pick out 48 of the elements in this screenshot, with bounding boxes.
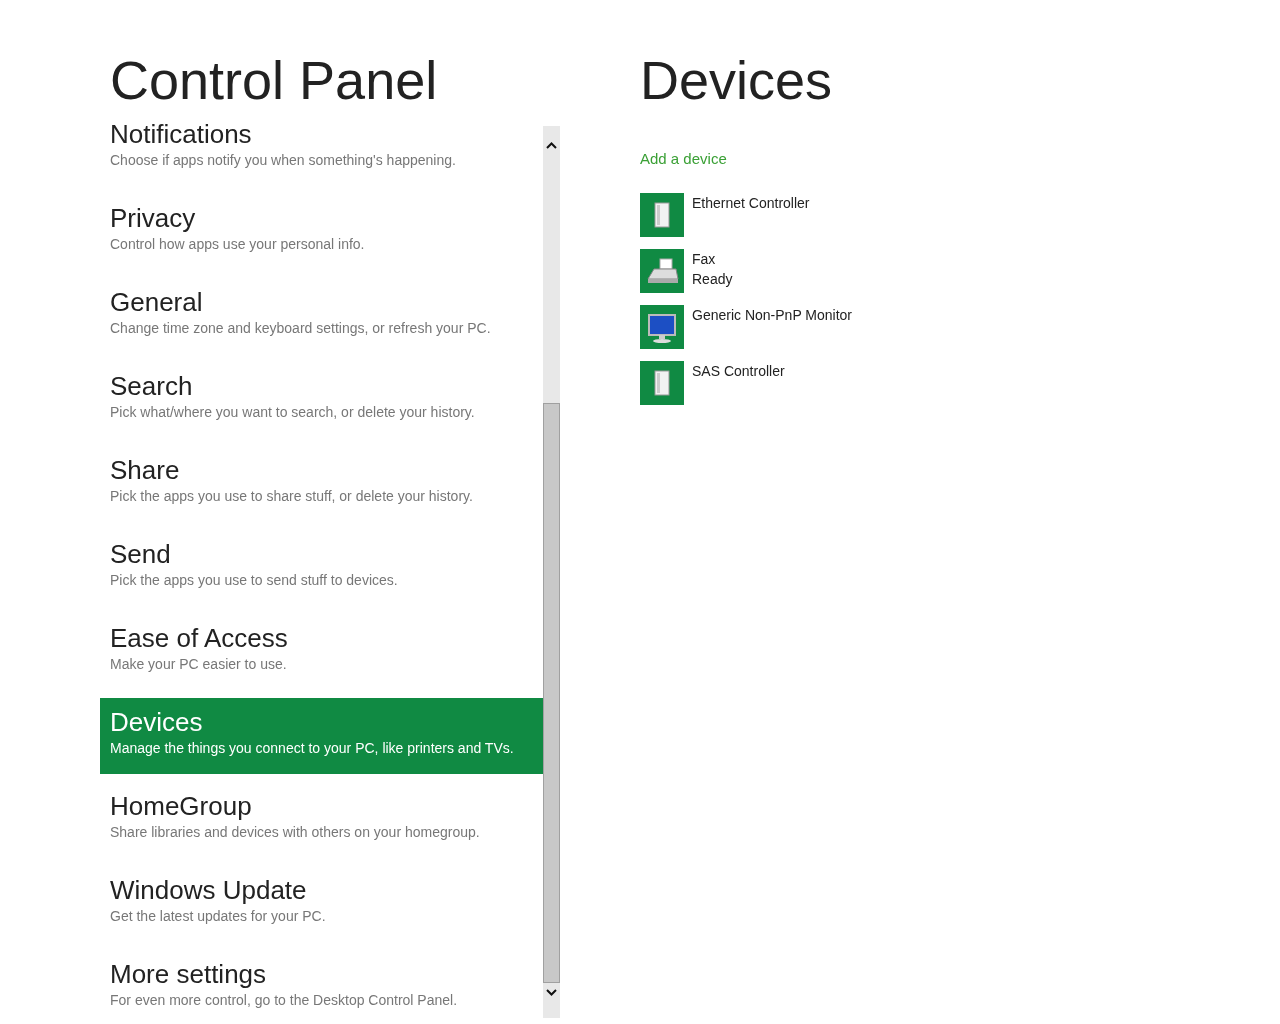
item-title: General: [110, 286, 204, 318]
device-name: Ethernet Controller: [692, 193, 810, 213]
item-title: Ease of Access: [110, 622, 289, 654]
settings-item[interactable]: Send Pick the apps you use to send stuff to devices.: [100, 530, 543, 606]
item-title: Search: [110, 370, 194, 402]
device-tile[interactable]: [640, 192, 684, 237]
device-name: Generic Non-PnP Monitor: [692, 305, 853, 325]
scroll-down-icon[interactable]: [546, 989, 557, 996]
item-description: Pick what/where you want to search, or delete your history.: [110, 403, 476, 422]
item-title: Notifications: [110, 118, 253, 150]
settings-item[interactable]: HomeGroup Share libraries and devices with others on your homegroup.: [100, 782, 543, 858]
device-name: SAS Controller: [692, 361, 785, 381]
item-title: HomeGroup: [110, 790, 253, 822]
settings-item[interactable]: General Change time zone and keyboard settings, or refresh your PC.: [100, 278, 543, 354]
item-description: Pick the apps you use to send stuff to devices.: [110, 571, 399, 590]
item-description: Choose if apps notify you when something's happening.: [110, 151, 457, 170]
item-title: Devices: [110, 706, 204, 738]
item-description: Get the latest updates for your PC.: [110, 907, 327, 926]
scrollbar-thumb[interactable]: [543, 403, 560, 983]
scroll-up-icon[interactable]: [546, 142, 557, 149]
item-title: Privacy: [110, 202, 197, 234]
settings-item[interactable]: Notifications Choose if apps notify you when something's happening.: [100, 110, 543, 186]
scrollbar[interactable]: [543, 126, 560, 1018]
item-description: Control how apps use your personal info.: [110, 235, 366, 254]
item-description: Pick the apps you use to share stuff, or delete your history.: [110, 487, 474, 506]
item-description: Change time zone and keyboard settings, or refresh your PC.: [110, 319, 492, 338]
settings-item[interactable]: Privacy Control how apps use your personal info.: [100, 194, 543, 270]
settings-item[interactable]: Devices Manage the things you connect to your PC, like printers and TVs.: [100, 698, 543, 774]
settings-item[interactable]: Windows Update Get the latest updates for your PC.: [100, 866, 543, 942]
settings-item[interactable]: Search Pick what/where you want to search, or delete your history.: [100, 362, 543, 438]
item-title: Windows Update: [110, 874, 308, 906]
item-description: Manage the things you connect to your PC, like printers and TVs.: [110, 739, 515, 758]
item-title: Share: [110, 454, 181, 486]
section-title: Devices: [640, 50, 834, 110]
settings-item[interactable]: Ease of Access Make your PC easier to use.: [100, 614, 543, 690]
device-name: Fax: [692, 249, 717, 269]
device-tile[interactable]: [640, 248, 684, 293]
settings-item[interactable]: Share Pick the apps you use to share stuff, or delete your history.: [100, 446, 543, 522]
device-tile[interactable]: [640, 304, 684, 349]
item-description: For even more control, go to the Desktop Control Panel.: [110, 991, 459, 1010]
page-title: Control Panel: [110, 50, 439, 110]
device-status: Ready: [692, 269, 733, 289]
device-tile[interactable]: [640, 360, 684, 405]
item-description: Make your PC easier to use.: [110, 655, 288, 674]
item-description: Share libraries and devices with others on your homegroup.: [110, 823, 481, 842]
settings-item[interactable]: More settings For even more control, go to the Desktop Control Panel.: [100, 950, 543, 1024]
item-title: Send: [110, 538, 172, 570]
item-title: More settings: [110, 958, 268, 990]
